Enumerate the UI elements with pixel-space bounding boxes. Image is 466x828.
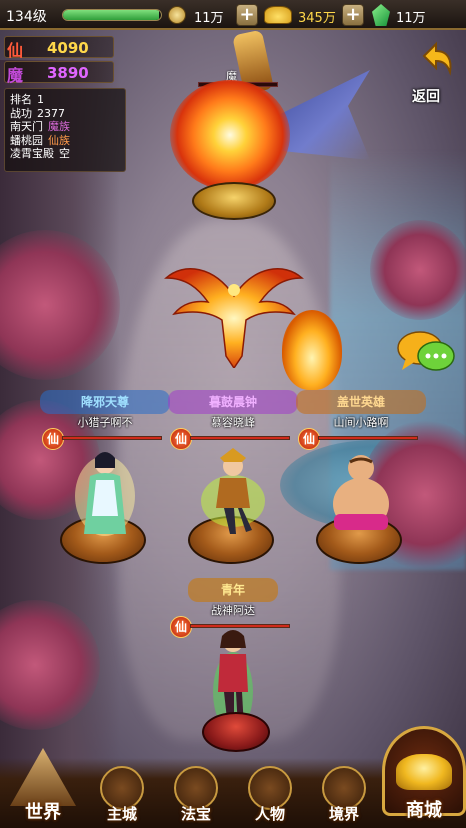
mo-faction-score: 魔 3890 bbox=[4, 61, 114, 85]
territory-place: 南天门 bbox=[10, 120, 43, 133]
nav-character-label: 人物 bbox=[254, 805, 285, 823]
nav-world-label: 世界 bbox=[25, 802, 61, 823]
ally-title: 降邪天尊 bbox=[40, 390, 170, 414]
gold-amount: 345万 bbox=[298, 11, 336, 26]
boss-fire-explosion[interactable] bbox=[170, 80, 290, 190]
ally-name: 慕容晓峰 bbox=[211, 416, 255, 429]
nav-main-city-button[interactable]: 主城 bbox=[86, 766, 158, 828]
goddess-figure bbox=[75, 452, 135, 536]
battle-info-panel: 排名 1 战功 2377 南天门 魔族 蟠桃园 仙族 凌霄宝殿空 bbox=[4, 88, 126, 172]
xian-score: 4090 bbox=[47, 39, 89, 57]
top-resource-bar: 134级 11万 + 345万 + 11万 bbox=[0, 0, 466, 30]
gem-icon bbox=[372, 4, 390, 26]
territory-owner: 仙族 bbox=[48, 133, 70, 147]
chat-bubbles-icon[interactable] bbox=[396, 328, 456, 376]
xian-faction-score: 仙 4090 bbox=[4, 36, 114, 60]
flame-orb bbox=[282, 310, 342, 390]
territory-owner: 魔族 bbox=[48, 120, 70, 133]
player-title: 青年 bbox=[188, 578, 278, 602]
nav-world-button[interactable]: 世界 bbox=[2, 748, 84, 828]
nav-treasure-button[interactable]: 法宝 bbox=[160, 766, 232, 828]
gem-amount: 11万 bbox=[396, 11, 426, 26]
add-gold-button[interactable]: + bbox=[342, 4, 364, 26]
ally-slot[interactable]: 降邪天尊 小猎子啊不 仙 bbox=[40, 390, 170, 570]
merit-value: 2377 bbox=[37, 106, 65, 120]
territory-row: 南天门 魔族 bbox=[10, 120, 120, 134]
nav-shop-button[interactable]: 商城 bbox=[382, 726, 466, 828]
player-name: 战神阿达 bbox=[211, 604, 255, 617]
monk-figure bbox=[333, 455, 389, 530]
territory-place: 蟠桃园 bbox=[10, 133, 43, 147]
xian-symbol: 仙 bbox=[7, 41, 24, 60]
merit-label: 战功 bbox=[10, 106, 32, 120]
nav-shop-label: 商城 bbox=[406, 800, 442, 821]
ally-title: 盖世英雄 bbox=[296, 390, 426, 414]
nav-treasure-label: 法宝 bbox=[180, 805, 211, 823]
coin-icon bbox=[168, 6, 186, 24]
boss-pedestal bbox=[192, 182, 276, 220]
blossom-tree bbox=[370, 220, 466, 320]
faction-badge: 仙 bbox=[170, 616, 192, 638]
player-level: 134级 bbox=[6, 9, 47, 25]
faction-badge: 仙 bbox=[42, 428, 64, 450]
ally-hp-bar bbox=[318, 436, 418, 440]
player-pedestal bbox=[202, 712, 270, 752]
faction-badge: 仙 bbox=[170, 428, 192, 450]
ally-name: 小猎子啊不 bbox=[77, 416, 133, 429]
xp-fill bbox=[63, 10, 160, 20]
nav-main-city-label: 主城 bbox=[106, 805, 137, 823]
coin-amount: 11万 bbox=[194, 11, 224, 26]
territory-row: 蟠桃园 仙族 bbox=[10, 134, 120, 148]
ally-title: 暮鼓晨钟 bbox=[168, 390, 298, 414]
warrior-figure bbox=[201, 448, 265, 534]
back-button[interactable]: 返回 bbox=[408, 40, 462, 105]
rank-label: 排名 bbox=[10, 93, 32, 106]
ally-hp-fill bbox=[191, 437, 289, 439]
territory-row: 凌霄宝殿空 bbox=[10, 147, 120, 161]
faction-badge: 仙 bbox=[298, 428, 320, 450]
territory-place: 凌霄宝殿 bbox=[10, 147, 54, 160]
ally-hp-bar bbox=[62, 436, 162, 440]
ally-slot[interactable]: 盖世英雄 山间小路啊 仙 bbox=[296, 390, 426, 570]
mo-symbol: 魔 bbox=[7, 66, 24, 85]
ally-slot[interactable]: 暮鼓晨钟 慕容晓峰 仙 bbox=[168, 390, 298, 570]
rank-value: 1 bbox=[37, 93, 44, 106]
back-arrow-icon bbox=[422, 41, 452, 76]
ally-hp-fill bbox=[319, 437, 417, 439]
gold-ingot-icon bbox=[396, 754, 452, 790]
nav-character-button[interactable]: 人物 bbox=[234, 766, 306, 828]
rank-row: 排名 1 bbox=[10, 93, 120, 107]
back-label: 返回 bbox=[412, 89, 440, 105]
ally-hp-fill bbox=[63, 437, 161, 439]
xp-bar bbox=[62, 9, 162, 21]
mo-score: 3890 bbox=[47, 64, 89, 82]
ally-name: 山间小路啊 bbox=[333, 416, 389, 429]
territory-owner: 空 bbox=[59, 147, 70, 160]
ally-hp-bar bbox=[190, 436, 290, 440]
add-coins-button[interactable]: + bbox=[236, 4, 258, 26]
nav-realm-label: 境界 bbox=[328, 805, 359, 823]
merit-row: 战功 2377 bbox=[10, 107, 120, 121]
nav-realm-button[interactable]: 境界 bbox=[308, 766, 380, 828]
gold-ingot-icon bbox=[264, 6, 292, 24]
